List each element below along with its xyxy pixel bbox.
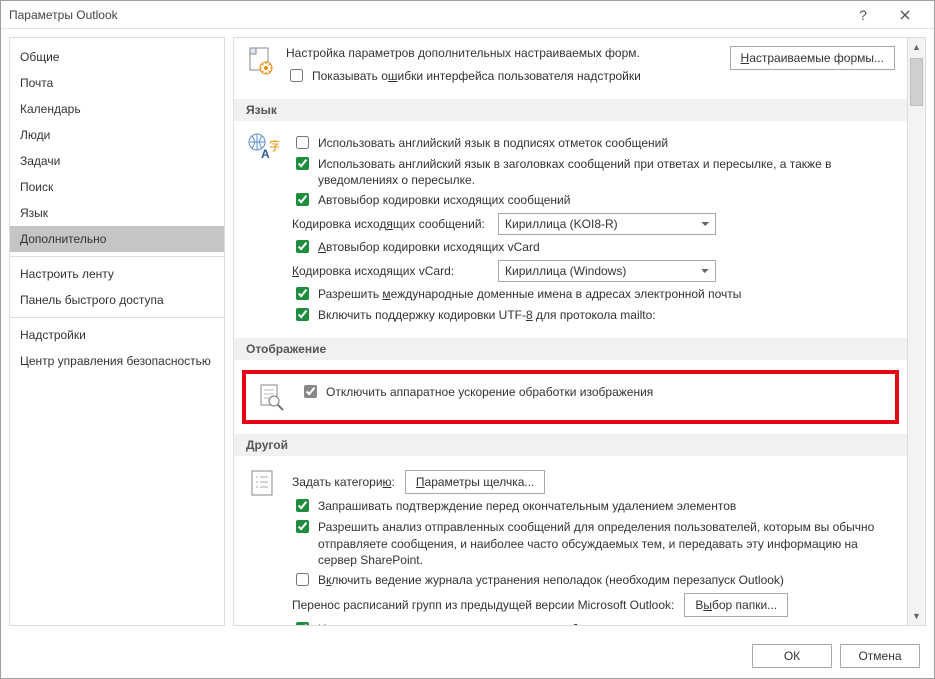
lbl-auto-vcard: Автовыбор кодировки исходящих vCard bbox=[318, 239, 895, 255]
form-gear-icon bbox=[246, 46, 276, 76]
sidebar-sep-1 bbox=[10, 256, 224, 257]
lbl-auto-enc-out: Автовыбор кодировки исходящих сообщений bbox=[318, 192, 895, 208]
content-wrap: Настройка параметров дополнительных наст… bbox=[233, 37, 926, 626]
cb-analyze-sent[interactable] bbox=[296, 520, 309, 533]
magnifier-doc-icon bbox=[254, 380, 288, 414]
svg-text:字: 字 bbox=[269, 138, 279, 153]
category-sidebar: Общие Почта Календарь Люди Задачи Поиск … bbox=[9, 37, 225, 626]
lbl-confirm-delete: Запрашивать подтверждение перед окончате… bbox=[318, 498, 895, 514]
dialog-footer: ОК Отмена bbox=[1, 634, 934, 678]
btn-select-folder[interactable]: Выбор папки... bbox=[684, 593, 788, 617]
list-doc-icon bbox=[246, 466, 280, 500]
section-language: Язык bbox=[234, 99, 907, 121]
lbl-enc-vcard: Кодировка исходящих vCard: bbox=[292, 264, 488, 278]
help-button[interactable]: ? bbox=[842, 1, 884, 29]
lbl-enc-out: Кодировка исходящих сообщений: bbox=[292, 217, 488, 231]
cancel-button[interactable]: Отмена bbox=[840, 644, 920, 668]
highlight-box: Отключить аппаратное ускорение обработки… bbox=[242, 370, 899, 424]
nav-general[interactable]: Общие bbox=[10, 44, 224, 70]
cb-idn[interactable] bbox=[296, 287, 309, 300]
vertical-scrollbar[interactable]: ▲ ▼ bbox=[908, 37, 926, 626]
section-other: Другой bbox=[234, 434, 907, 456]
cb-confirm-delete[interactable] bbox=[296, 499, 309, 512]
custom-forms-row: Настройка параметров дополнительных наст… bbox=[246, 46, 895, 89]
nav-people[interactable]: Люди bbox=[10, 122, 224, 148]
ok-button[interactable]: ОК bbox=[752, 644, 832, 668]
btn-click-params[interactable]: Параметры щелчка... bbox=[405, 470, 546, 494]
lbl-eng-signatures: Использовать английский язык в подписях … bbox=[318, 135, 895, 151]
sidebar-sep-2 bbox=[10, 317, 224, 318]
content-pane: Настройка параметров дополнительных наст… bbox=[233, 37, 908, 626]
lbl-set-category: Задать категорию: bbox=[292, 475, 395, 489]
lbl-eng-headers: Использовать английский язык в заголовка… bbox=[318, 156, 895, 188]
lbl-idn: Разрешить международные доменные имена в… bbox=[318, 286, 895, 302]
checkbox-show-addin-errors[interactable] bbox=[290, 69, 303, 82]
nav-advanced[interactable]: Дополнительно bbox=[10, 226, 224, 252]
select-enc-out[interactable]: Кириллица (KOI8-R) bbox=[498, 213, 716, 235]
cb-eng-headers[interactable] bbox=[296, 157, 309, 170]
lbl-troubleshoot-log: Включить ведение журнала устранения непо… bbox=[318, 572, 895, 588]
nav-search[interactable]: Поиск bbox=[10, 174, 224, 200]
cb-auto-vcard[interactable] bbox=[296, 240, 309, 253]
nav-addins[interactable]: Надстройки bbox=[10, 322, 224, 348]
nav-ribbon[interactable]: Настроить ленту bbox=[10, 261, 224, 287]
label-show-addin-errors: Показывать ошибки интерфейса пользовател… bbox=[312, 68, 720, 84]
options-dialog: Параметры Outlook ? Общие Почта Календар… bbox=[0, 0, 935, 679]
cb-troubleshoot-log[interactable] bbox=[296, 573, 309, 586]
language-icon: A 字 bbox=[246, 131, 280, 165]
select-enc-vcard[interactable]: Кириллица (Windows) bbox=[498, 260, 716, 282]
custom-forms-heading: Настройка параметров дополнительных наст… bbox=[286, 46, 720, 60]
close-icon bbox=[900, 10, 910, 20]
title-bar: Параметры Outlook ? bbox=[1, 1, 934, 29]
cb-utf8[interactable] bbox=[296, 308, 309, 321]
close-button[interactable] bbox=[884, 1, 926, 29]
nav-language[interactable]: Язык bbox=[10, 200, 224, 226]
lbl-utf8: Включить поддержку кодировки UTF-8 для п… bbox=[318, 307, 895, 323]
nav-qat[interactable]: Панель быстрого доступа bbox=[10, 287, 224, 313]
nav-mail[interactable]: Почта bbox=[10, 70, 224, 96]
cb-eng-signatures[interactable] bbox=[296, 136, 309, 149]
scroll-down-icon[interactable]: ▼ bbox=[908, 607, 925, 625]
cb-disable-hw-accel[interactable] bbox=[304, 385, 317, 398]
lbl-anim-expand: Использовать анимацию при развертывании … bbox=[318, 621, 895, 626]
lbl-disable-hw-accel: Отключить аппаратное ускорение обработки… bbox=[326, 384, 887, 400]
window-title: Параметры Outlook bbox=[9, 8, 842, 22]
lbl-analyze-sent: Разрешить анализ отправленных сообщений … bbox=[318, 519, 895, 568]
section-display: Отображение bbox=[234, 338, 907, 360]
nav-trust[interactable]: Центр управления безопасностью bbox=[10, 348, 224, 374]
nav-calendar[interactable]: Календарь bbox=[10, 96, 224, 122]
lbl-group-sched: Перенос расписаний групп из предыдущей в… bbox=[292, 598, 674, 612]
cb-anim-expand[interactable] bbox=[296, 622, 309, 626]
dialog-body: Общие Почта Календарь Люди Задачи Поиск … bbox=[1, 29, 934, 634]
cb-auto-enc-out[interactable] bbox=[296, 193, 309, 206]
custom-forms-button[interactable]: Настраиваемые формы... bbox=[730, 46, 895, 70]
nav-tasks[interactable]: Задачи bbox=[10, 148, 224, 174]
scroll-thumb[interactable] bbox=[910, 58, 923, 106]
scroll-up-icon[interactable]: ▲ bbox=[908, 38, 925, 56]
